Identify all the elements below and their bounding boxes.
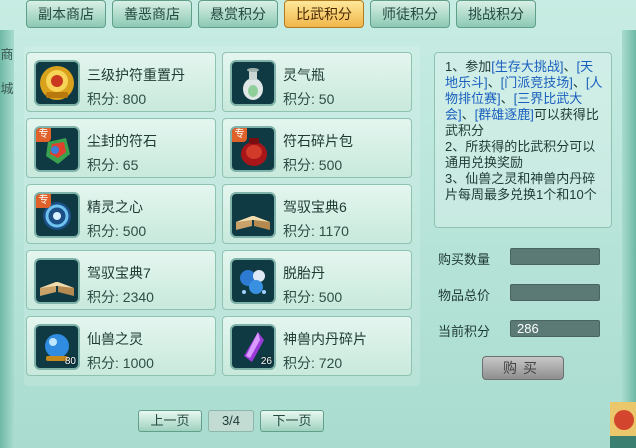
item-points: 积分: 800 (87, 91, 147, 107)
quantity-input[interactable] (510, 248, 600, 265)
spirit-heart-icon: 专 (34, 192, 80, 238)
tab-mentor-points[interactable]: 师徒积分 (370, 0, 450, 28)
tab-dungeon-shop[interactable]: 副本商店 (26, 0, 106, 28)
item-points: 积分: 500 (283, 289, 343, 305)
total-price-label: 物品总价 (438, 288, 491, 303)
item-grid: 三级护符重置丹 积分: 800 灵气瓶 积分: 50 专 尘封的符石 积分: 6… (24, 46, 420, 386)
page-indicator: 3/4 (208, 410, 254, 432)
current-points-field: 286 (510, 320, 600, 337)
book-icon (230, 192, 276, 238)
item-cell[interactable]: 三级护符重置丹 积分: 800 (26, 52, 216, 112)
item-points: 积分: 1000 (87, 355, 154, 371)
total-price-field (510, 284, 600, 301)
activity-link: [门派竞技场] (500, 75, 573, 90)
rule-line-3: 3、仙兽之灵和神兽内丹碎片每周最多兑换1个和10个 (445, 171, 597, 202)
tab-challenge-points[interactable]: 挑战积分 (456, 0, 536, 28)
tab-bar: 副本商店 善恶商店 悬赏积分 比武积分 师徒积分 挑战积分 (26, 0, 536, 30)
rule-line-2: 2、所获得的比武积分可以通用兑换奖励 (445, 139, 596, 170)
prev-page-button[interactable]: 上一页 (138, 410, 202, 432)
rule-text: 、 (572, 75, 586, 90)
book-icon (34, 258, 80, 304)
item-points: 积分: 1170 (283, 223, 349, 239)
rules-description: 1、参加[生存大挑战]、[天地乐斗]、[门派竞技场]、[人物排位赛]、[三界比武… (434, 52, 612, 228)
pagination: 上一页 3/4 下一页 (138, 410, 324, 432)
item-points: 积分: 720 (283, 355, 343, 371)
rule-line-1: 1、参加[生存大挑战]、[天地乐斗]、[门派竞技场]、[人物排位赛]、[三界比武… (445, 59, 605, 139)
next-page-button[interactable]: 下一页 (260, 410, 324, 432)
gold-dan-icon (34, 60, 80, 106)
gem-stone-icon: 专 (34, 126, 80, 172)
item-cell[interactable]: 80 仙兽之灵 积分: 1000 (26, 316, 216, 376)
quantity-label: 购买数量 (438, 252, 491, 267)
item-points: 积分: 50 (283, 91, 335, 107)
item-cell[interactable]: 驾驭宝典7 积分: 2340 (26, 250, 216, 310)
item-name: 三级护符重置丹 (87, 67, 185, 83)
item-quantity: 26 (260, 356, 272, 367)
item-name: 驾驭宝典6 (283, 199, 347, 215)
rule-text: 1、参加 (445, 59, 492, 74)
rule-text: 、 (487, 75, 501, 90)
right-side-strip (622, 30, 636, 448)
item-cell[interactable]: 专 精灵之心 积分: 500 (26, 184, 216, 244)
item-name: 精灵之心 (87, 199, 143, 215)
exclusive-badge: 专 (36, 194, 51, 208)
exclusive-badge: 专 (232, 128, 247, 142)
current-points-label: 当前积分 (438, 324, 491, 339)
left-strip-char: 商 (0, 47, 14, 62)
tab-karma-shop[interactable]: 善恶商店 (112, 0, 192, 28)
item-points: 积分: 65 (87, 157, 139, 173)
item-cell[interactable]: 26 神兽内丹碎片 积分: 720 (222, 316, 412, 376)
item-points: 积分: 2340 (87, 289, 154, 305)
left-strip-char: 城 (0, 81, 14, 96)
left-side-strip: 商 城 (0, 30, 14, 448)
item-cell[interactable]: 驾驭宝典6 积分: 1170 (222, 184, 412, 244)
item-name: 脱胎丹 (283, 265, 325, 281)
tab-arena-points[interactable]: 比武积分 (284, 0, 364, 28)
item-cell[interactable]: 专 尘封的符石 积分: 65 (26, 118, 216, 178)
item-name: 神兽内丹碎片 (283, 331, 367, 347)
item-name: 符石碎片包 (283, 133, 353, 149)
item-name: 灵气瓶 (283, 67, 325, 83)
tab-bounty-points[interactable]: 悬赏积分 (198, 0, 278, 28)
activity-link: [生存大挑战] (491, 59, 564, 74)
buy-button[interactable]: 购买 (482, 356, 564, 380)
item-cell[interactable]: 专 符石碎片包 积分: 500 (222, 118, 412, 178)
item-points: 积分: 500 (87, 223, 147, 239)
item-name: 仙兽之灵 (87, 331, 143, 347)
item-cell[interactable]: 脱胎丹 积分: 500 (222, 250, 412, 310)
red-bag-icon: 专 (230, 126, 276, 172)
vase-icon (230, 60, 276, 106)
item-name: 尘封的符石 (87, 133, 157, 149)
rule-text: 、 (461, 107, 475, 122)
blue-pill-icon (230, 258, 276, 304)
item-cell[interactable]: 灵气瓶 积分: 50 (222, 52, 412, 112)
exclusive-badge: 专 (36, 128, 51, 142)
blue-orb-icon: 80 (34, 324, 80, 370)
rule-text: 、 (500, 91, 514, 106)
activity-link: [群雄逐鹿] (474, 107, 534, 122)
item-name: 驾驭宝典7 (87, 265, 151, 281)
item-points: 积分: 500 (283, 157, 343, 173)
purple-crystal-icon: 26 (230, 324, 276, 370)
item-quantity: 80 (64, 356, 76, 367)
rule-text: 、 (563, 59, 577, 74)
corner-decoration-icon (610, 402, 636, 448)
